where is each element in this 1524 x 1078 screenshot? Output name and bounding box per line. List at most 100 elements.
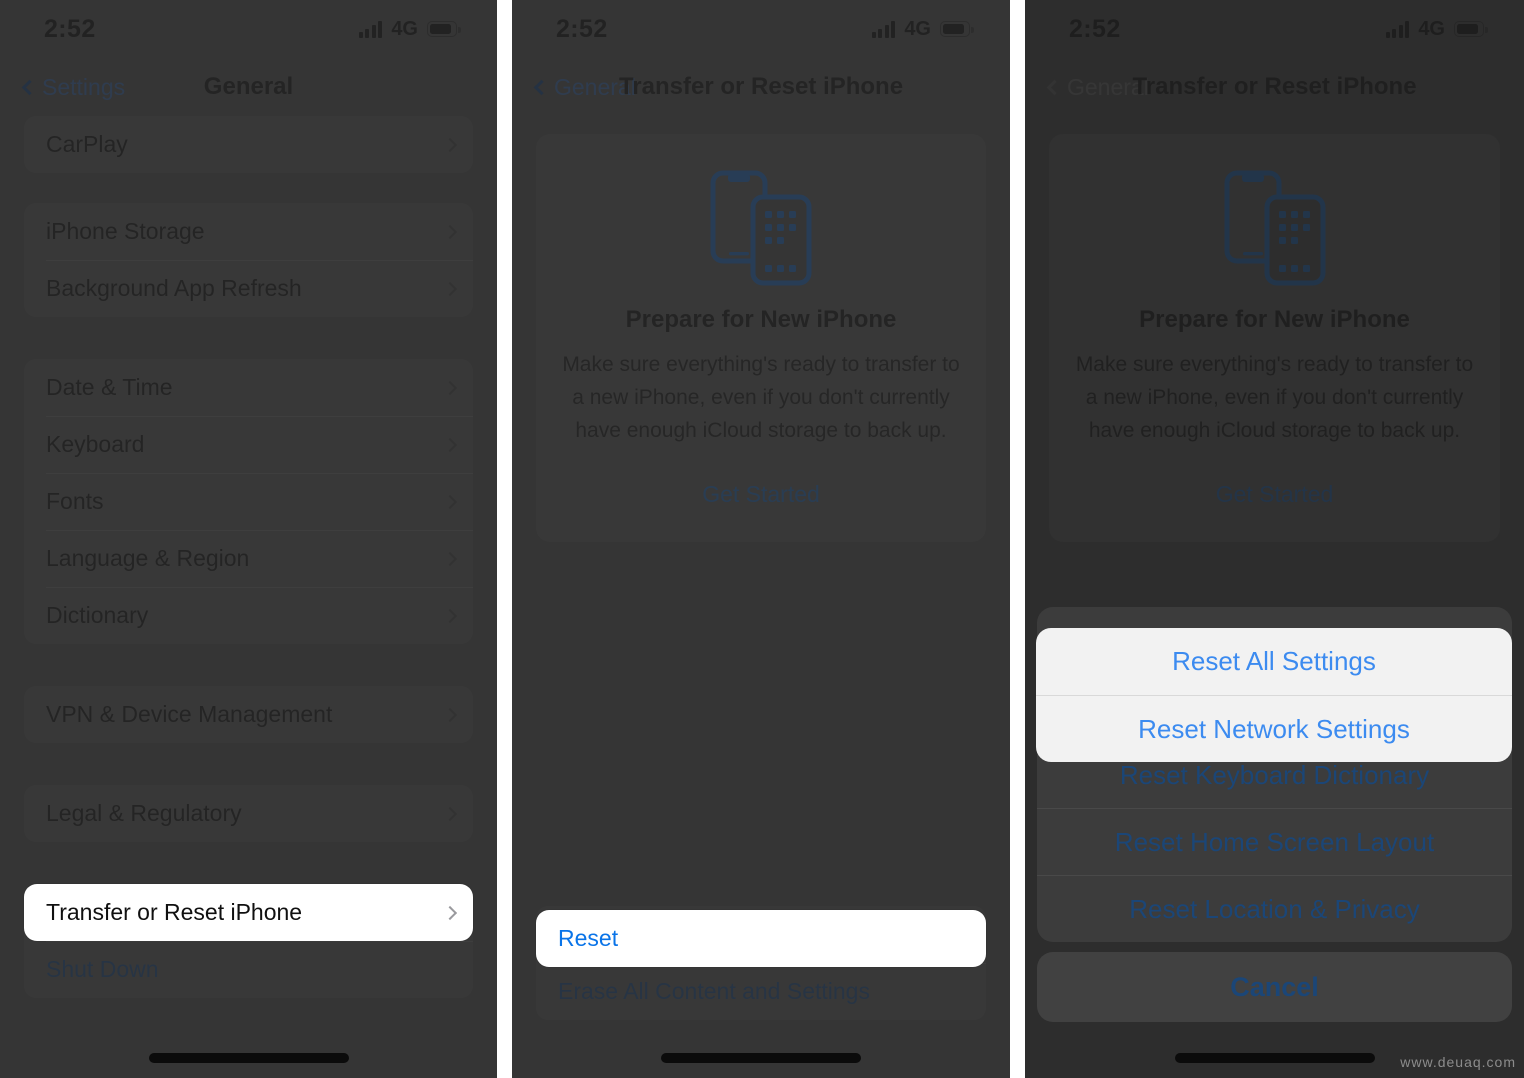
back-button-general[interactable]: General xyxy=(1045,74,1149,101)
phone-screen-general-settings: 2:52 4G Settings General CarPlay iPhone … xyxy=(0,0,497,1078)
row-label: Reset xyxy=(558,925,619,951)
status-bar: 2:52 4G xyxy=(0,0,497,58)
prepare-card-body: Make sure everything's ready to transfer… xyxy=(562,353,960,442)
chevron-right-icon xyxy=(442,707,458,722)
action-label: Reset All Settings xyxy=(1172,646,1376,676)
settings-group-legal: Legal & Regulatory xyxy=(24,785,473,842)
chevron-left-icon xyxy=(21,79,38,95)
row-label: iPhone Storage xyxy=(46,218,205,244)
chevron-right-icon xyxy=(442,281,458,296)
chevron-right-icon xyxy=(442,608,458,623)
action-label: Reset Keyboard Dictionary xyxy=(1119,759,1430,790)
battery-icon xyxy=(1454,21,1488,37)
sidebar-item-shut-down[interactable]: Shut Down xyxy=(24,941,473,998)
home-indicator xyxy=(661,1053,861,1063)
nav-bar-3: General Transfer or Reset iPhone xyxy=(1025,58,1524,116)
sidebar-item-carplay[interactable]: CarPlay xyxy=(24,116,473,173)
row-label: Dictionary xyxy=(46,602,149,628)
signal-bars-icon xyxy=(358,20,383,38)
action-sheet-highlight-group: Reset All Settings Reset Network Setting… xyxy=(1036,628,1512,762)
two-phones-icon xyxy=(1075,164,1474,292)
chevron-left-icon xyxy=(1046,79,1063,95)
sidebar-item-vpn-device-management[interactable]: VPN & Device Management xyxy=(24,686,473,743)
reset-button[interactable]: Reset xyxy=(536,910,986,967)
get-started-link[interactable]: Get Started xyxy=(562,481,960,508)
action-reset-network-settings[interactable]: Reset Network Settings xyxy=(1036,695,1512,762)
network-type-label: 4G xyxy=(904,17,931,40)
status-bar: 2:52 4G xyxy=(512,0,1010,58)
status-time: 2:52 xyxy=(1069,14,1121,43)
status-indicators: 4G xyxy=(358,17,461,41)
site-watermark: www.deuaq.com xyxy=(1400,1054,1516,1070)
action-label: Reset Location & Privacy xyxy=(1129,893,1420,924)
sidebar-item-date-time[interactable]: Date & Time xyxy=(24,359,473,416)
action-reset-home-screen-layout[interactable]: Reset Home Screen Layout xyxy=(1037,808,1512,875)
back-button-label: General xyxy=(554,73,636,100)
settings-list: CarPlay iPhone Storage Background App Re… xyxy=(0,116,497,998)
chevron-right-icon xyxy=(442,224,458,239)
status-indicators: 4G xyxy=(871,17,974,41)
signal-bars-icon xyxy=(1385,20,1410,38)
row-label: Transfer or Reset iPhone xyxy=(46,899,303,925)
prepare-for-new-iphone-card: Prepare for New iPhone Make sure everyth… xyxy=(1049,134,1500,542)
chevron-right-icon xyxy=(442,137,458,152)
chevron-right-icon xyxy=(442,494,458,509)
action-label: Reset Network Settings xyxy=(1138,713,1410,744)
chevron-left-icon xyxy=(533,79,550,95)
chevron-right-icon xyxy=(442,437,458,452)
row-label: Keyboard xyxy=(46,431,145,457)
nav-bar-1: Settings General xyxy=(0,58,497,116)
prepare-for-new-iphone-card: Prepare for New iPhone Make sure everyth… xyxy=(536,134,986,542)
sidebar-item-fonts[interactable]: Fonts xyxy=(24,473,473,530)
row-label: Date & Time xyxy=(46,374,173,400)
screen-content-3: 2:52 4G General Transfer or Reset iPhone xyxy=(1025,0,1524,1078)
chevron-right-icon xyxy=(442,551,458,566)
nav-bar-2: General Transfer or Reset iPhone xyxy=(512,58,1010,116)
signal-bars-icon xyxy=(871,20,896,38)
prepare-card-body: Make sure everything's ready to transfer… xyxy=(1075,353,1474,442)
screenshot-stage: 2:52 4G Settings General CarPlay iPhone … xyxy=(0,0,1524,1078)
erase-all-content-and-settings-row[interactable]: Erase All Content and Settings xyxy=(536,963,986,1020)
row-label: Fonts xyxy=(46,488,104,514)
status-indicators: 4G xyxy=(1385,17,1488,41)
row-label: Legal & Regulatory xyxy=(46,800,242,826)
phone-screen-reset-action-sheet: 2:52 4G General Transfer or Reset iPhone xyxy=(1025,0,1524,1078)
sidebar-item-transfer-or-reset-iphone[interactable]: Transfer or Reset iPhone xyxy=(24,884,473,941)
row-label: Language & Region xyxy=(46,545,250,571)
sidebar-item-background-app-refresh[interactable]: Background App Refresh xyxy=(24,260,473,317)
get-started-link[interactable]: Get Started xyxy=(1075,481,1474,508)
cancel-label: Cancel xyxy=(1230,971,1319,1002)
two-phones-icon xyxy=(562,164,960,292)
row-label: CarPlay xyxy=(46,131,128,157)
sidebar-item-legal-regulatory[interactable]: Legal & Regulatory xyxy=(24,785,473,842)
settings-group-storage: iPhone Storage Background App Refresh xyxy=(24,203,473,317)
network-type-label: 4G xyxy=(391,17,418,40)
sidebar-item-keyboard[interactable]: Keyboard xyxy=(24,416,473,473)
settings-group-carplay: CarPlay xyxy=(24,116,473,173)
row-label: Background App Refresh xyxy=(46,275,302,301)
settings-group-vpn: VPN & Device Management xyxy=(24,686,473,743)
back-button-label: Settings xyxy=(42,73,126,100)
sidebar-item-language-region[interactable]: Language & Region xyxy=(24,530,473,587)
action-label: Reset Home Screen Layout xyxy=(1114,826,1435,857)
phone-screen-transfer-reset: 2:52 4G General Transfer or Reset iPhone xyxy=(512,0,1010,1078)
prepare-card-title: Prepare for New iPhone xyxy=(625,306,897,333)
sidebar-item-iphone-storage[interactable]: iPhone Storage xyxy=(24,203,473,260)
back-button-general[interactable]: General xyxy=(532,74,636,101)
status-time: 2:52 xyxy=(44,14,96,43)
back-button-settings[interactable]: Settings xyxy=(20,74,125,101)
status-time: 2:52 xyxy=(556,14,608,43)
sidebar-item-dictionary[interactable]: Dictionary xyxy=(24,587,473,644)
network-type-label: 4G xyxy=(1418,17,1445,40)
back-button-label: General xyxy=(1067,73,1149,100)
home-indicator xyxy=(1174,1053,1375,1063)
cancel-button[interactable]: Cancel xyxy=(1037,952,1512,1022)
chevron-right-icon xyxy=(442,905,458,920)
action-reset-all-settings[interactable]: Reset All Settings xyxy=(1036,628,1512,695)
action-reset-location-privacy[interactable]: Reset Location & Privacy xyxy=(1037,875,1512,942)
